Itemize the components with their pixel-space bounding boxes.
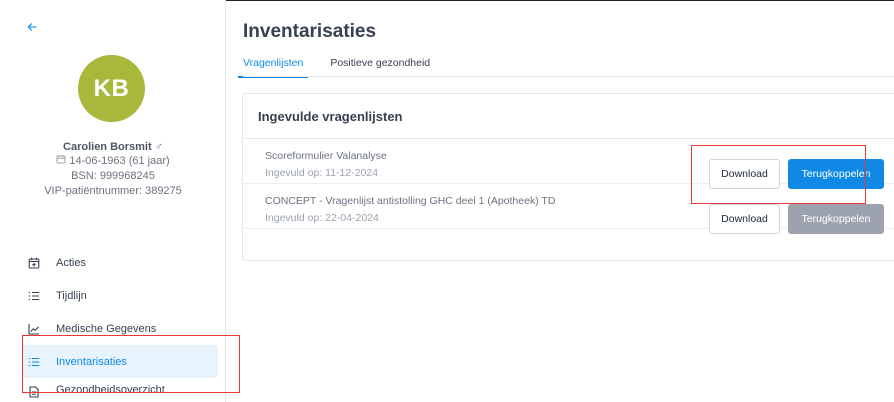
patient-birthdate: 14-06-1963 [69,155,126,167]
tab-vragenlijsten[interactable]: Vragenlijsten [238,52,309,78]
sidebar-item-label: Medische Gegevens [56,322,157,335]
list-item: CONCEPT - Vragenlijst antistolling GHC d… [243,184,894,234]
sidebar-item-label: Acties [56,256,86,269]
questionnaire-title: Scoreformulier Valanalyse [265,150,387,162]
list-icon [26,288,42,304]
patient-birthdate-line: 14-06-1963 (61 jaar) [0,154,226,169]
arrow-left-icon[interactable] [27,20,37,34]
sidebar-item-label: Gezondheidsoverzicht [56,384,165,396]
terugkoppelen-button-disabled: Terugkoppelen [788,204,884,234]
main-content: Inventarisaties Vragenlijsten Positieve … [226,0,894,402]
chart-line-icon [26,321,42,337]
patient-bsn: BSN: 999968245 [71,170,155,182]
questionnaire-panel: Ingevulde vragenlijsten Scoreformulier V… [242,93,894,261]
patient-info: Carolien Borsmit ♂ 14-06-1963 (61 jaar) … [0,140,226,199]
sidebar-item-inventarisaties[interactable]: Inventarisaties [22,345,218,378]
patient-name-line: Carolien Borsmit ♂ [0,140,226,154]
download-button[interactable]: Download [709,204,780,234]
patient-age: (61 jaar) [128,155,170,167]
sidebar: KB Carolien Borsmit ♂ 14-06-1963 (61 jaa… [0,0,226,402]
panel-title: Ingevulde vragenlijsten [243,94,894,139]
questionnaire-date: Ingevuld op: 22-04-2024 [265,212,379,224]
avatar: KB [78,55,145,122]
sidebar-item-label: Tijdlijn [56,289,87,302]
document-icon [26,384,42,398]
sidebar-item-gezondheidsoverzicht[interactable]: Gezondheidsoverzicht [22,378,218,398]
sidebar-item-tijdlijn[interactable]: Tijdlijn [22,279,218,312]
questionnaire-title: CONCEPT - Vragenlijst antistolling GHC d… [265,195,556,207]
patient-name: Carolien Borsmit [63,141,152,153]
tab-bar: Vragenlijsten Positieve gezondheid [238,52,452,78]
sidebar-item-label: Inventarisaties [56,355,127,368]
sidebar-nav: Acties Tijdlijn Medische Gegevens Invent… [22,246,218,398]
questionnaire-date: Ingevuld op: 11-12-2024 [265,167,379,179]
calendar-plus-icon [26,255,42,271]
sidebar-item-acties[interactable]: Acties [22,246,218,279]
tab-positieve-gezondheid[interactable]: Positieve gezondheid [330,52,430,78]
tab-divider [243,76,894,77]
list-item: Scoreformulier Valanalyse Ingevuld op: 1… [243,139,894,189]
calendar-icon [56,154,66,169]
patient-vip-number: VIP-patiëntnummer: 389275 [44,185,182,197]
sidebar-item-medische-gegevens[interactable]: Medische Gegevens [22,312,218,345]
page-title: Inventarisaties [243,21,377,42]
numbered-list-icon [26,354,42,370]
sex-icon: ♂ [154,141,163,153]
